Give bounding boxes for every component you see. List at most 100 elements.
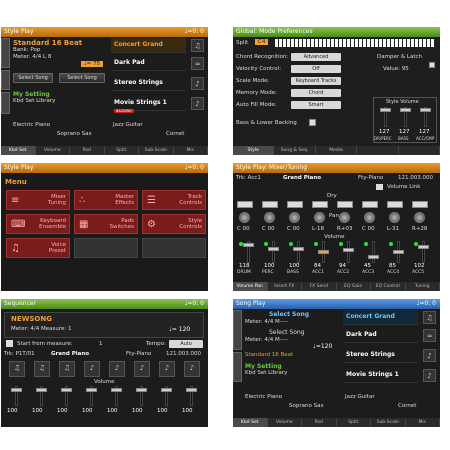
tab-kbd-set[interactable]: Kbd Set — [233, 418, 268, 427]
damper-latch-checkbox[interactable] — [429, 62, 435, 68]
menu-track-controls[interactable]: ☰ Track Controls — [142, 190, 206, 210]
bottom-sound-3[interactable]: Soprano Sax — [289, 403, 324, 409]
menu-keyboard-ensemble[interactable]: ⌨ Keyboard Ensemble — [6, 214, 70, 234]
tab-sub-scale[interactable]: Sub-Scale — [371, 418, 406, 427]
volume-fader-track[interactable] — [272, 241, 275, 263]
tab-media[interactable]: Media — [316, 146, 358, 155]
volume-fader[interactable] — [111, 388, 122, 392]
select-song-1[interactable]: Select Song — [269, 311, 309, 318]
tab-volume[interactable]: Volume — [268, 418, 302, 427]
volume-fader[interactable] — [418, 245, 429, 249]
bottom-sound-1[interactable]: Electric Piano — [245, 394, 282, 400]
tab-mic[interactable]: Mic — [174, 146, 208, 155]
channel-btn[interactable] — [312, 201, 328, 208]
volume-fader[interactable] — [293, 247, 304, 251]
bass-icon[interactable]: ♪ — [159, 361, 175, 377]
guitar-icon[interactable]: ♪ — [134, 361, 150, 377]
select-song-button-1[interactable]: Select Song — [13, 73, 53, 83]
side-tab-kbd[interactable] — [233, 352, 242, 382]
piano-icon[interactable]: ♫ — [59, 361, 75, 377]
tempo-display[interactable]: ♩= 120 — [169, 326, 190, 333]
sound-slot-3[interactable]: Stereo Strings — [343, 348, 418, 363]
bass-lower-checkbox[interactable] — [309, 119, 316, 126]
channel-label[interactable]: ACC5 — [412, 270, 424, 275]
volume-fader[interactable] — [11, 388, 22, 392]
pan-knob[interactable] — [264, 212, 275, 223]
tab-pad[interactable]: Pad — [302, 418, 337, 427]
tab-tuning[interactable]: Tuning — [406, 282, 440, 291]
volume-fader[interactable] — [243, 243, 254, 247]
sound-slot-1[interactable]: Concert Grand — [343, 310, 418, 325]
side-tab-kbd[interactable] — [1, 92, 10, 114]
tempo-mode-select[interactable]: Auto — [169, 340, 203, 348]
vol-slider-1[interactable] — [380, 108, 391, 112]
volume-fader[interactable] — [61, 388, 72, 392]
channel-btn[interactable] — [337, 201, 353, 208]
split-value[interactable]: C4 — [255, 39, 269, 45]
tab-volume-pan[interactable]: Volume Pan — [233, 282, 268, 291]
volume-fader[interactable] — [161, 388, 172, 392]
side-tab-style[interactable] — [1, 38, 10, 68]
menu-voice-preset[interactable]: ♫ Voice Preset — [6, 238, 70, 258]
channel-btn[interactable] — [412, 201, 428, 208]
volume-fader[interactable] — [136, 388, 147, 392]
tab-eq-control[interactable]: EQ Control — [371, 282, 406, 291]
pan-knob[interactable] — [364, 212, 375, 223]
velocity-control-select[interactable]: Off — [291, 65, 341, 73]
sound-slot-4[interactable]: Movie Strings 1 — [343, 368, 418, 383]
channel-label[interactable]: PERC — [262, 270, 274, 275]
scale-mode-select[interactable]: Keyboard Tracks — [291, 77, 341, 85]
tab-mic[interactable]: Mic — [406, 418, 440, 427]
pan-knob[interactable] — [289, 212, 300, 223]
bottom-sound-3[interactable]: Soprano Sax — [57, 131, 92, 137]
volume-fader-track[interactable] — [372, 241, 375, 263]
pan-knob[interactable] — [314, 212, 325, 223]
start-from-checkbox[interactable] — [6, 340, 13, 347]
channel-btn[interactable] — [237, 201, 253, 208]
tab-split[interactable]: Split — [337, 418, 371, 427]
sound-name[interactable]: Grand Piano — [51, 351, 89, 357]
bass-icon[interactable]: ♪ — [184, 361, 200, 377]
tab-eq-gain[interactable]: EQ Gain — [337, 282, 371, 291]
tab-sub-scale[interactable]: Sub-Scale — [139, 146, 174, 155]
channel-btn[interactable] — [287, 201, 303, 208]
memory-mode-select[interactable]: Chord — [291, 89, 341, 97]
style-name[interactable]: Standard 16 Beat — [245, 352, 293, 358]
pan-knob[interactable] — [389, 212, 400, 223]
volume-fader[interactable] — [36, 388, 47, 392]
select-song-2[interactable]: Select Song — [269, 329, 305, 336]
pan-knob[interactable] — [239, 212, 250, 223]
tab-kbd-set[interactable]: Kbd Set — [1, 146, 36, 155]
tab-song-seq[interactable]: Song & Seq. — [274, 146, 316, 155]
channel-label[interactable]: ACC1 — [312, 270, 324, 275]
channel-btn[interactable] — [387, 201, 403, 208]
volume-fader[interactable] — [343, 248, 354, 252]
volume-fader[interactable] — [186, 388, 197, 392]
chord-recognition-select[interactable]: Advanced — [291, 53, 341, 61]
volume-fader[interactable] — [393, 250, 404, 254]
menu-style-controls[interactable]: ⚙ Style Controls — [142, 214, 206, 234]
side-tab-song[interactable] — [233, 310, 242, 350]
sound-slot-2[interactable]: Dark Pad — [111, 56, 186, 71]
bottom-sound-4[interactable]: Cornet — [398, 403, 416, 409]
side-tab-pad[interactable] — [1, 70, 10, 90]
select-song-button-2[interactable]: Select Song — [59, 73, 105, 83]
kbd-set-library[interactable]: Kbd Set Library — [245, 370, 287, 376]
volume-fader[interactable] — [86, 388, 97, 392]
menu-master-effects[interactable]: ∴ Master Effects — [74, 190, 138, 210]
my-setting[interactable]: My Setting — [245, 363, 282, 370]
sound-name[interactable]: Grand Piano — [283, 175, 321, 181]
sound-slot-3[interactable]: Stereo Strings — [111, 76, 186, 91]
sound-slot-2[interactable]: Dark Pad — [343, 328, 418, 343]
kbd-set-library[interactable]: Kbd Set Library — [13, 98, 55, 104]
song-name[interactable]: NEWSONG — [11, 315, 52, 323]
split-keyboard[interactable] — [275, 39, 435, 47]
channel-label[interactable]: ACC3 — [362, 270, 374, 275]
tempo-display[interactable]: ♩= 75 — [81, 61, 103, 67]
volume-fader[interactable] — [268, 247, 279, 251]
channel-label[interactable]: ACC2 — [337, 270, 349, 275]
channel-label[interactable]: ACC4 — [387, 270, 399, 275]
volume-fader-track[interactable] — [347, 241, 350, 263]
start-from-value[interactable]: 1 — [99, 341, 103, 347]
piano-icon[interactable]: ♫ — [34, 361, 50, 377]
